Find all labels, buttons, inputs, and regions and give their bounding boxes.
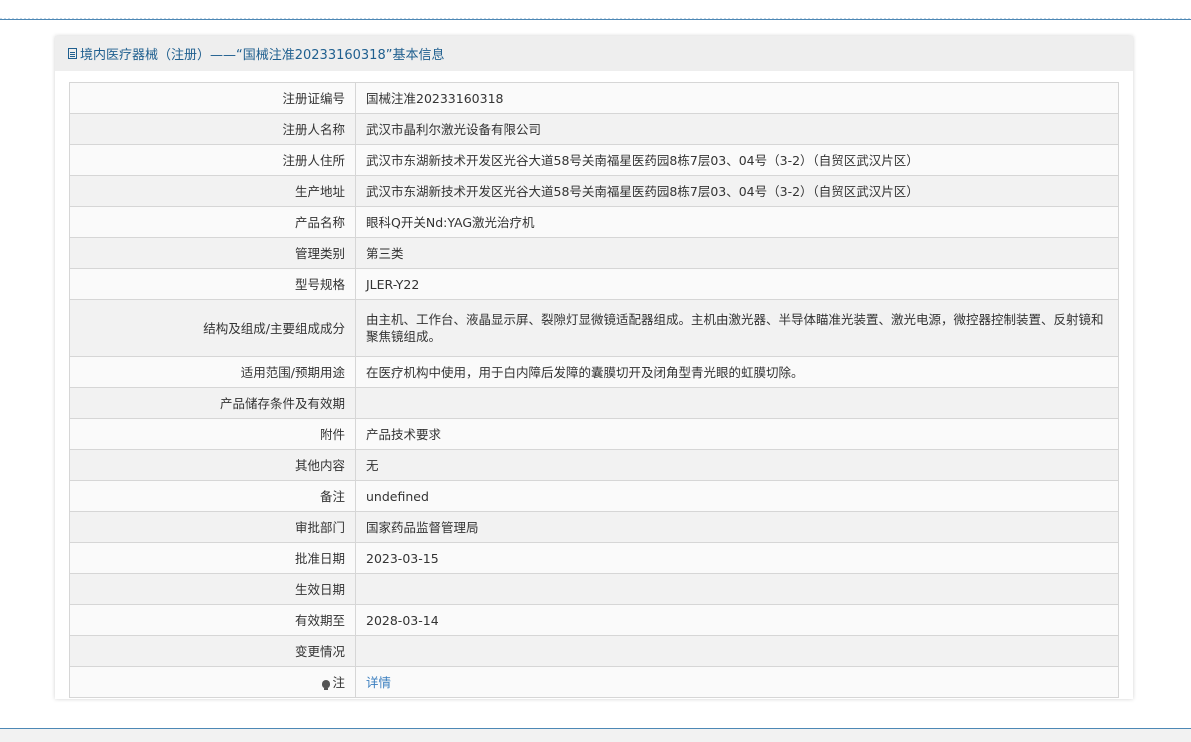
row-label: 批准日期	[69, 542, 356, 574]
table-row: 注 详情	[69, 666, 1119, 698]
row-label: 产品名称	[69, 206, 356, 238]
row-label: 管理类别	[69, 237, 356, 269]
row-label: 适用范围/预期用途	[69, 356, 356, 388]
row-value: JLER-Y22	[355, 268, 1119, 300]
row-value: 国械注准20233160318	[355, 82, 1119, 114]
table-row: 产品名称 眼科Q开关Nd:YAG激光治疗机	[69, 206, 1119, 238]
panel-title: 境内医疗器械（注册）——“国械注准20233160318”基本信息	[80, 48, 445, 63]
row-label: 审批部门	[69, 511, 356, 543]
row-value: 武汉市东湖新技术开发区光谷大道58号关南福星医药园8栋7层03、04号（3-2）…	[355, 144, 1119, 176]
row-label: 注册证编号	[69, 82, 356, 114]
table-row: 管理类别 第三类	[69, 237, 1119, 269]
info-panel: 境内医疗器械（注册）——“国械注准20233160318”基本信息 注册证编号 …	[55, 36, 1133, 699]
row-label: 结构及组成/主要组成成分	[69, 299, 356, 357]
row-value: 武汉市晶利尔激光设备有限公司	[355, 113, 1119, 145]
row-value: undefined	[355, 480, 1119, 512]
table-row: 注册人名称 武汉市晶利尔激光设备有限公司	[69, 113, 1119, 145]
row-label: 产品储存条件及有效期	[69, 387, 356, 419]
row-label: 生产地址	[69, 175, 356, 207]
table-row: 注册证编号 国械注准20233160318	[69, 82, 1119, 114]
table-row: 结构及组成/主要组成成分 由主机、工作台、液晶显示屏、裂隙灯显微镜适配器组成。主…	[69, 299, 1119, 357]
table-row: 备注 undefined	[69, 480, 1119, 512]
row-label: 生效日期	[69, 573, 356, 605]
table-row: 有效期至 2028-03-14	[69, 604, 1119, 636]
info-table: 注册证编号 国械注准20233160318 注册人名称 武汉市晶利尔激光设备有限…	[69, 82, 1119, 698]
document-icon	[68, 48, 77, 59]
row-label: 注册人名称	[69, 113, 356, 145]
table-row: 批准日期 2023-03-15	[69, 542, 1119, 574]
row-value: 2023-03-15	[355, 542, 1119, 574]
row-label: 有效期至	[69, 604, 356, 636]
row-label: 注	[332, 674, 345, 690]
panel-header: 境内医疗器械（注册）——“国械注准20233160318”基本信息	[55, 36, 1133, 71]
table-row: 审批部门 国家药品监督管理局	[69, 511, 1119, 543]
top-divider	[0, 19, 1191, 20]
row-label: 备注	[69, 480, 356, 512]
table-row: 生产地址 武汉市东湖新技术开发区光谷大道58号关南福星医药园8栋7层03、04号…	[69, 175, 1119, 207]
bottom-bar	[0, 728, 1191, 742]
row-value	[355, 635, 1119, 667]
row-value: 国家药品监督管理局	[355, 511, 1119, 543]
table-row: 变更情况	[69, 635, 1119, 667]
table-row: 生效日期	[69, 573, 1119, 605]
table-row: 附件 产品技术要求	[69, 418, 1119, 450]
row-label: 注册人住所	[69, 144, 356, 176]
row-value: 2028-03-14	[355, 604, 1119, 636]
row-value	[355, 573, 1119, 605]
table-row: 适用范围/预期用途 在医疗机构中使用，用于白内障后发障的囊膜切开及闭角型青光眼的…	[69, 356, 1119, 388]
table-row: 型号规格 JLER-Y22	[69, 268, 1119, 300]
row-label: 附件	[69, 418, 356, 450]
note-label-cell: 注	[69, 666, 356, 698]
row-value: 眼科Q开关Nd:YAG激光治疗机	[355, 206, 1119, 238]
row-value: 第三类	[355, 237, 1119, 269]
row-value: 在医疗机构中使用，用于白内障后发障的囊膜切开及闭角型青光眼的虹膜切除。	[355, 356, 1119, 388]
row-value: 武汉市东湖新技术开发区光谷大道58号关南福星医药园8栋7层03、04号（3-2）…	[355, 175, 1119, 207]
details-link[interactable]: 详情	[366, 675, 391, 690]
row-value: 无	[355, 449, 1119, 481]
row-value: 由主机、工作台、液晶显示屏、裂隙灯显微镜适配器组成。主机由激光器、半导体瞄准光装…	[355, 299, 1119, 357]
table-row: 其他内容 无	[69, 449, 1119, 481]
row-label: 其他内容	[69, 449, 356, 481]
row-value: 详情	[355, 666, 1119, 698]
row-label: 变更情况	[69, 635, 356, 667]
table-row: 产品储存条件及有效期	[69, 387, 1119, 419]
row-value	[355, 387, 1119, 419]
row-label: 型号规格	[69, 268, 356, 300]
row-value: 产品技术要求	[355, 418, 1119, 450]
bulb-icon	[322, 679, 331, 690]
table-row: 注册人住所 武汉市东湖新技术开发区光谷大道58号关南福星医药园8栋7层03、04…	[69, 144, 1119, 176]
